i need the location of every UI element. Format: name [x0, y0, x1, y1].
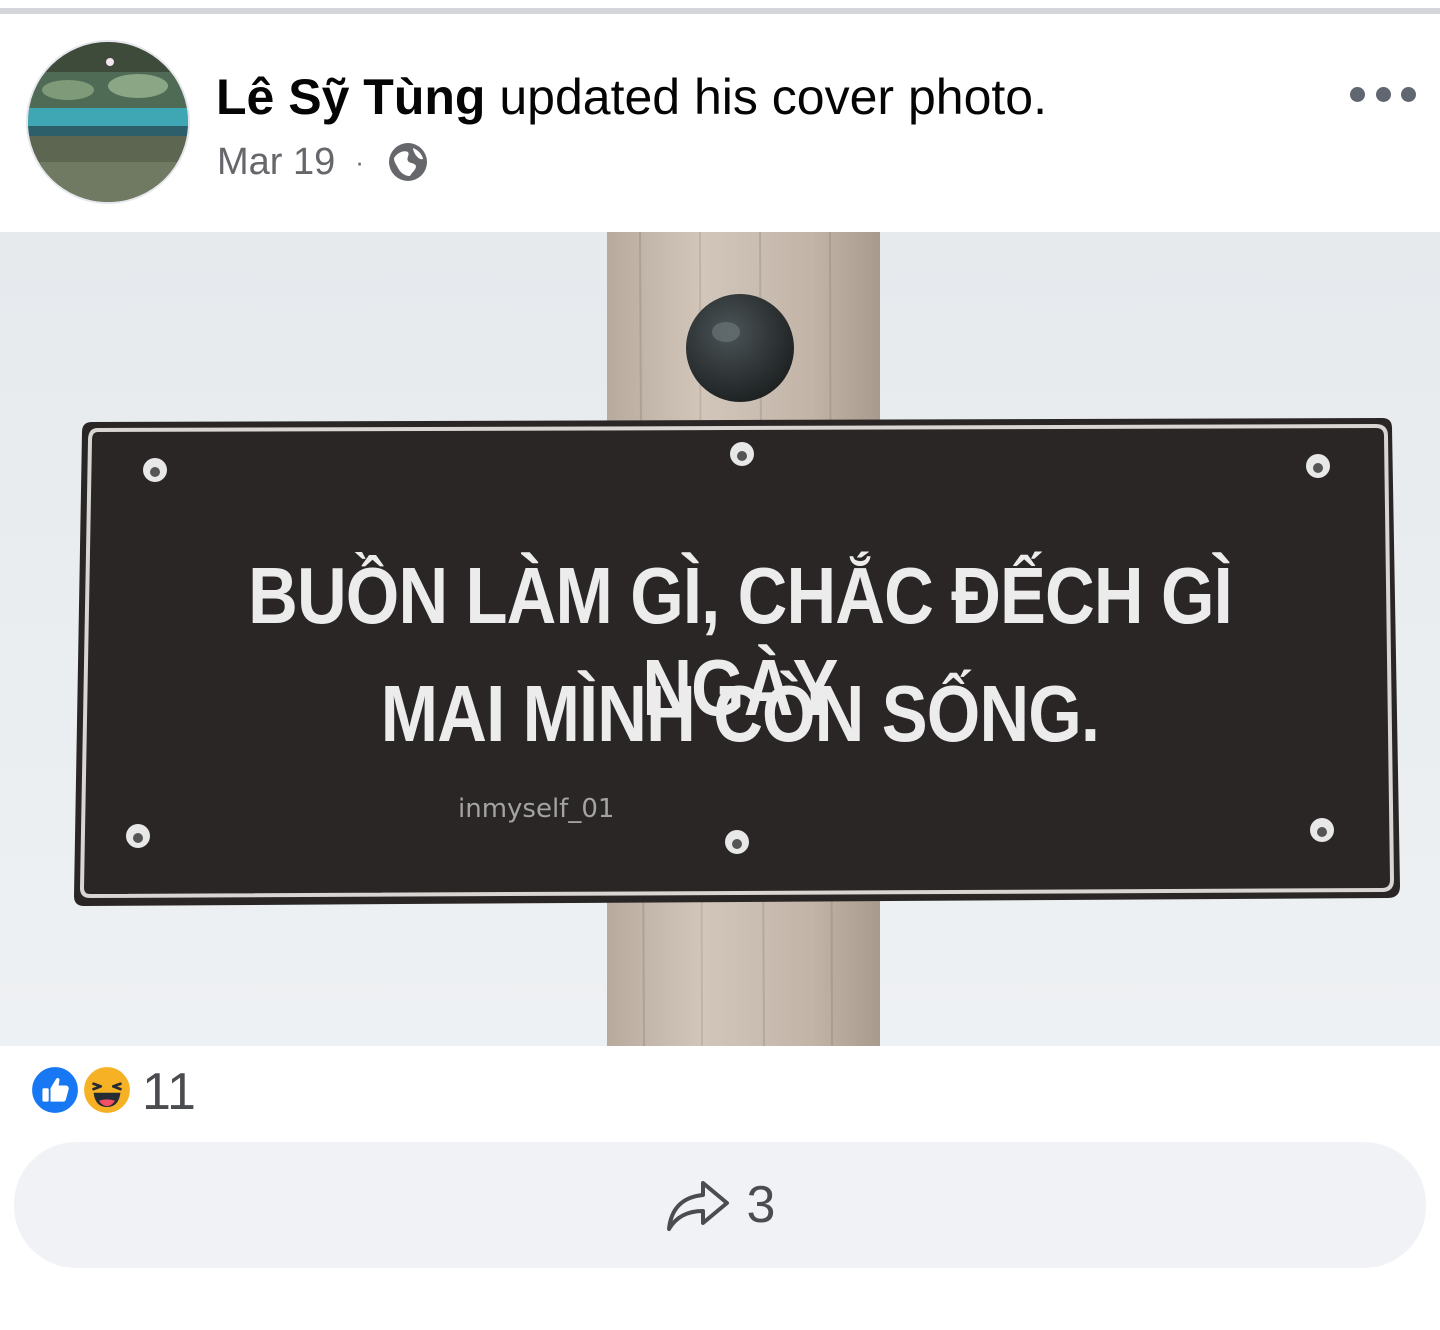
avatar-image	[28, 42, 188, 202]
share-count: 3	[746, 1176, 776, 1234]
author-name[interactable]: Lê Sỹ Tùng	[216, 69, 485, 125]
reactions-summary[interactable]: 11	[26, 1060, 196, 1124]
dot-icon	[1375, 86, 1391, 102]
post-header: Lê Sỹ Tùng updated his cover photo. Mar …	[0, 14, 1440, 230]
sign-text-line2: MAI MÌNH CÒN SỐNG.	[380, 669, 1100, 758]
post-meta: Mar 19 ·	[217, 138, 430, 186]
dot-icon	[1401, 86, 1416, 102]
share-button[interactable]: 3	[14, 1142, 1426, 1268]
post-action-text: updated his cover photo.	[499, 69, 1047, 125]
share-icon	[666, 1181, 729, 1231]
post-date[interactable]: Mar 19	[217, 141, 335, 184]
like-icon	[26, 1060, 84, 1124]
post-headline: Lê Sỹ Tùng updated his cover photo.	[216, 68, 1047, 126]
meta-separator: ·	[355, 146, 364, 177]
photo-watermark: inmyself_01	[458, 794, 615, 824]
more-options-icon[interactable]	[1350, 76, 1416, 112]
cover-photo[interactable]: BUỒN LÀM GÌ, CHẮC ĐẾCH GÌ NGÀY MAI MÌNH …	[0, 232, 1440, 1046]
haha-icon	[78, 1060, 136, 1124]
reaction-count: 11	[142, 1063, 196, 1121]
avatar[interactable]	[26, 40, 190, 204]
dot-icon	[1350, 86, 1365, 102]
globe-icon[interactable]	[386, 140, 430, 184]
